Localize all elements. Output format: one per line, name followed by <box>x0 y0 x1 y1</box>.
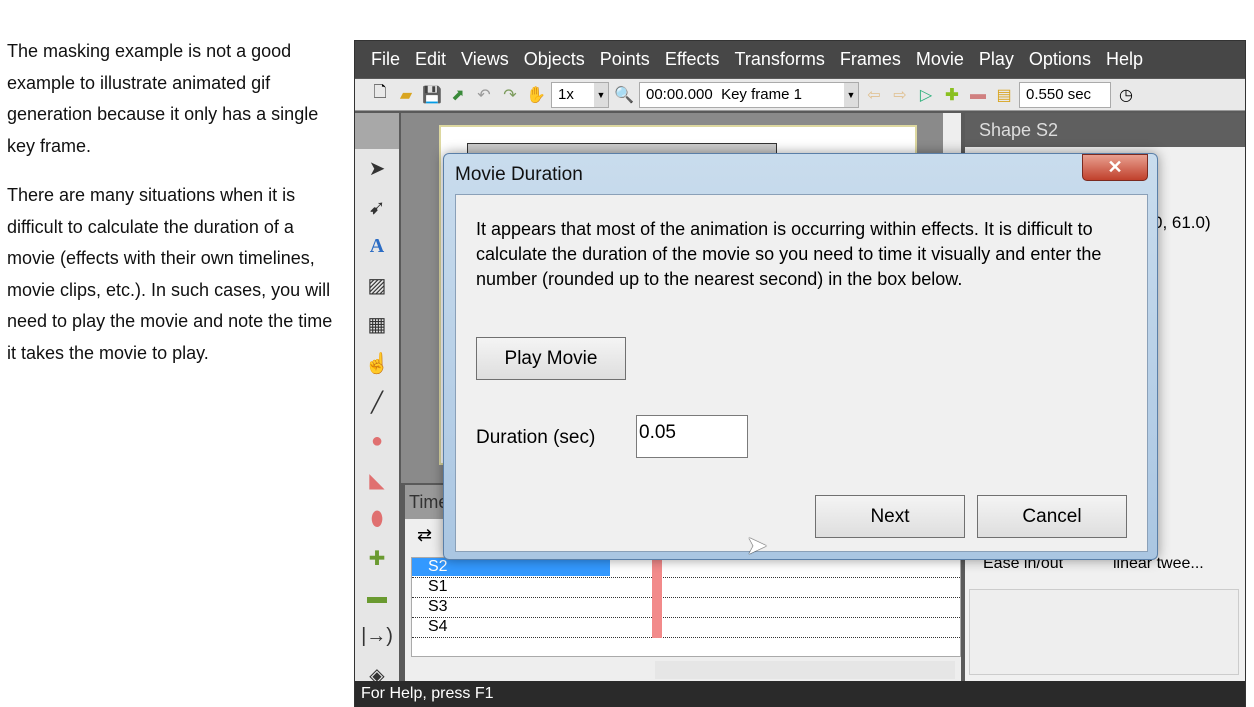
zoom-value: 1x <box>558 86 574 103</box>
clock-icon[interactable]: ◷ <box>1115 84 1137 106</box>
mouse-cursor-icon: ➤ <box>746 530 768 560</box>
add-frame-icon[interactable]: ✚ <box>941 84 963 106</box>
blob-tool-icon[interactable]: ⬮ <box>355 500 399 539</box>
select-arrow-icon[interactable]: ➤ <box>355 149 399 188</box>
keyframe-value: 00:00.000 Key frame 1 <box>646 86 802 103</box>
prev-frame-icon[interactable]: ⇦ <box>863 84 885 106</box>
row-label: S4 <box>428 618 448 635</box>
description-box <box>969 589 1239 675</box>
menu-effects[interactable]: Effects <box>665 49 720 70</box>
dialog-body: It appears that most of the animation is… <box>455 194 1148 552</box>
timeline-tool-icon[interactable]: ⇄ <box>417 525 432 546</box>
status-bar: For Help, press F1 <box>355 681 1245 707</box>
line-tool-icon[interactable]: ╱ <box>355 383 399 422</box>
zoom-select[interactable]: 1x ▼ <box>551 81 609 108</box>
add-point-icon[interactable]: ✚ <box>355 539 399 578</box>
save-icon[interactable]: 💾 <box>421 84 443 106</box>
menu-movie[interactable]: Movie <box>916 49 964 70</box>
zoom-icon[interactable]: 🔍 <box>613 84 635 106</box>
panel-title: Shape S2 <box>965 113 1245 147</box>
motion-icon[interactable]: |→) <box>355 617 399 656</box>
menu-edit[interactable]: Edit <box>415 49 446 70</box>
menu-play[interactable]: Play <box>979 49 1014 70</box>
dialog-title: Movie Duration <box>455 164 583 185</box>
remove-frame-icon[interactable]: ▬ <box>967 84 989 106</box>
row-label: S2 <box>412 558 610 576</box>
toolbox: ➤ ➹ A ▨ ▦ ☝ ╱ ● ◣ ⬮ ✚ ▬ |→) ◈ <box>355 113 399 687</box>
paragraph: There are many situations when it is dif… <box>7 185 333 363</box>
next-button[interactable]: Next <box>815 495 965 538</box>
menu-options[interactable]: Options <box>1029 49 1091 70</box>
cancel-button[interactable]: Cancel <box>977 495 1127 538</box>
export-icon[interactable]: ⬈ <box>447 84 469 106</box>
keyframe-select[interactable]: 00:00.000 Key frame 1 ▼ <box>639 81 859 108</box>
open-folder-icon[interactable]: ▰ <box>395 84 417 106</box>
undo-icon[interactable]: ↶ <box>473 84 495 106</box>
property-value: 0, 61.0) <box>1153 213 1211 232</box>
timeline-rows: S2 S1 S3 S4 <box>411 557 961 657</box>
row-label: S1 <box>428 578 448 595</box>
hand-icon[interactable]: ✋ <box>525 84 547 106</box>
image-icon[interactable]: ▨ <box>355 266 399 305</box>
film-icon[interactable]: ▤ <box>993 84 1015 106</box>
menu-frames[interactable]: Frames <box>840 49 901 70</box>
timeline-hscroll[interactable] <box>655 661 955 679</box>
timeline-row[interactable]: S3 <box>412 598 960 618</box>
toolbar: 🗋 ▰ 💾 ⬈ ↶ ↷ ✋ 1x ▼ 🔍 00:00.000 Key frame … <box>355 79 1245 111</box>
row-label: S3 <box>428 598 448 615</box>
menu-file[interactable]: File <box>371 49 400 70</box>
duration-label: Duration (sec) <box>476 427 596 448</box>
menu-help[interactable]: Help <box>1106 49 1143 70</box>
chevron-down-icon: ▼ <box>594 82 608 107</box>
chevron-down-icon: ▼ <box>844 82 858 107</box>
dialog-message: It appears that most of the animation is… <box>476 219 1102 289</box>
document-text: The masking example is not a good exampl… <box>7 36 337 387</box>
remove-point-icon[interactable]: ▬ <box>355 578 399 617</box>
time-field[interactable]: 0.550 sec <box>1019 81 1111 108</box>
timeline-row[interactable]: S1 <box>412 578 960 598</box>
menu-views[interactable]: Views <box>461 49 509 70</box>
text-tool-icon[interactable]: A <box>355 227 399 266</box>
play-movie-button[interactable]: Play Movie <box>476 337 626 380</box>
paragraph: The masking example is not a good exampl… <box>7 41 319 156</box>
next-frame-icon[interactable]: ⇨ <box>889 84 911 106</box>
button-tool-icon[interactable]: ☝ <box>355 344 399 383</box>
close-button[interactable]: ✕ <box>1082 154 1148 181</box>
play-icon[interactable]: ▷ <box>915 84 937 106</box>
menu-objects[interactable]: Objects <box>524 49 585 70</box>
timeline-row[interactable]: S4 <box>412 618 960 638</box>
circle-tool-icon[interactable]: ● <box>355 422 399 461</box>
new-file-icon[interactable]: 🗋 <box>369 84 391 106</box>
menu-points[interactable]: Points <box>600 49 650 70</box>
shape-tool-icon[interactable]: ◣ <box>355 461 399 500</box>
image-frame-icon[interactable]: ▦ <box>355 305 399 344</box>
time-value: 0.550 sec <box>1026 86 1092 103</box>
menu-bar: File Edit Views Objects Points Effects T… <box>355 41 1245 78</box>
timeline-row[interactable]: S2 <box>412 558 960 578</box>
menu-transforms[interactable]: Transforms <box>735 49 825 70</box>
redo-icon[interactable]: ↷ <box>499 84 521 106</box>
duration-input[interactable]: 0.05 <box>636 415 748 458</box>
movie-duration-dialog: Movie Duration ✕ It appears that most of… <box>443 153 1158 560</box>
point-select-icon[interactable]: ➹ <box>355 188 399 227</box>
